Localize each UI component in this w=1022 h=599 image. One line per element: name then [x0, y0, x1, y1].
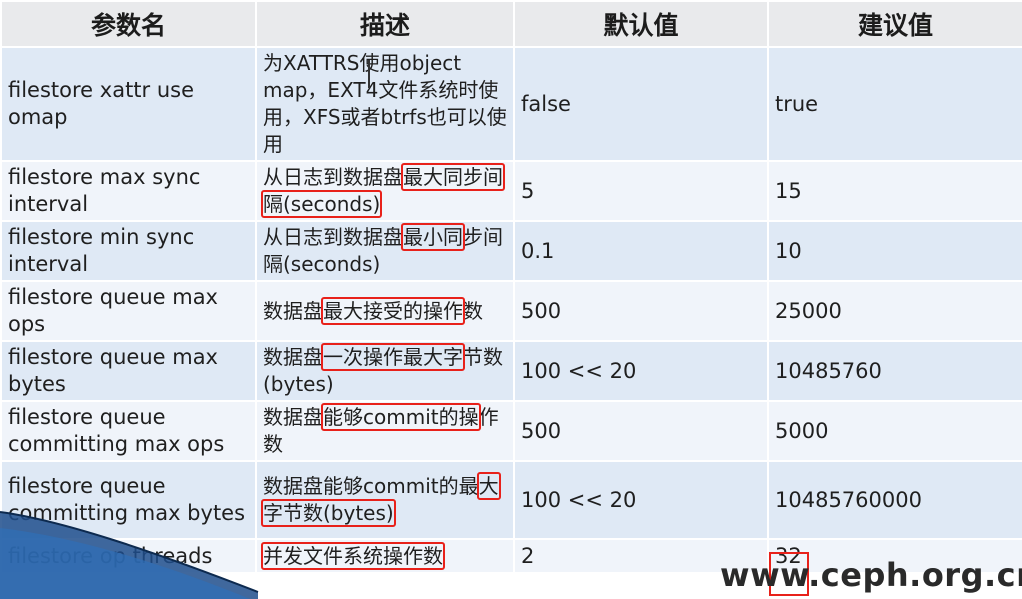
description-text: 从日志到数据盘 — [263, 165, 403, 189]
table-header-row: 参数名 描述 默认值 建议值 — [0, 0, 1022, 48]
suggested-value: 10485760000 — [767, 460, 1022, 540]
param-name: filestore queue committing max ops — [0, 400, 257, 462]
suggested-value: 25000 — [767, 280, 1022, 342]
suggested-value: 5000 — [767, 400, 1022, 462]
param-name: filestore queue committing max bytes — [0, 460, 257, 540]
description-text: 数据盘 — [263, 345, 323, 369]
parameter-table: 参数名 描述 默认值 建议值 filestore xattr use omap … — [0, 0, 1022, 574]
text-cursor — [368, 60, 370, 88]
param-name: filestore queue max ops — [0, 280, 257, 342]
param-name: filestore xattr use omap — [0, 46, 257, 162]
default-value: 500 — [513, 280, 769, 342]
param-description: 从日志到数据盘最大同步间隔(seconds) — [255, 160, 515, 222]
description-text: 数据盘 — [263, 298, 323, 323]
param-description: 数据盘一次操作最大字节数(bytes) — [255, 340, 515, 402]
default-value: 100 << 20 — [513, 460, 769, 540]
slide-page: 参数名 描述 默认值 建议值 filestore xattr use omap … — [0, 0, 1022, 599]
table-row: filestore xattr use omap 为XATTRS使用object… — [0, 46, 1022, 162]
header-suggested-value: 建议值 — [767, 0, 1022, 48]
param-description: 数据盘能够commit的操作数 — [255, 400, 515, 462]
description-text: 为XATTRS使用object map，EXT4文件系统时使用，XFS或者btr… — [263, 51, 507, 156]
default-value: 0.1 — [513, 220, 769, 282]
default-value: 500 — [513, 400, 769, 462]
param-description: 从日志到数据盘最小同步间隔(seconds) — [255, 220, 515, 282]
suggested-value: 10485760 — [767, 340, 1022, 402]
param-description: 并发文件系统操作数 — [255, 538, 515, 574]
default-value: 5 — [513, 160, 769, 222]
suggested-value: 10 — [767, 220, 1022, 282]
description-tail: 数 — [463, 298, 483, 323]
suggested-value: 32 — [767, 538, 1022, 574]
description-text: 数据盘能够commit的最 — [263, 474, 479, 498]
description-text: 从日志到数据盘 — [263, 225, 403, 249]
description-highlight: 并发文件系统操作数 — [261, 541, 445, 570]
suggested-value: 15 — [767, 160, 1022, 222]
description-text: 数据盘 — [263, 405, 323, 429]
table-row: filestore op threads 并发文件系统操作数 2 32 — [0, 538, 1022, 574]
header-default-value: 默认值 — [513, 0, 769, 48]
param-name: filestore min sync interval — [0, 220, 257, 282]
table-row: filestore queue max bytes 数据盘一次操作最大字节数(b… — [0, 340, 1022, 402]
table-row: filestore queue committing max ops 数据盘能够… — [0, 400, 1022, 462]
suggested-value: true — [767, 46, 1022, 162]
default-value: 2 — [513, 538, 769, 574]
header-param-name: 参数名 — [0, 0, 257, 48]
table-row: filestore min sync interval 从日志到数据盘最小同步间… — [0, 220, 1022, 282]
param-description: 数据盘最大接受的操作数 — [255, 280, 515, 342]
param-description: 为XATTRS使用object map，EXT4文件系统时使用，XFS或者btr… — [255, 46, 515, 162]
header-description: 描述 — [255, 0, 515, 48]
param-name: filestore max sync interval — [0, 160, 257, 222]
param-name: filestore queue max bytes — [0, 340, 257, 402]
description-highlight: 最小同 — [401, 223, 465, 251]
description-highlight: 最大接受的操作 — [321, 296, 465, 325]
table-row: filestore queue max ops 数据盘最大接受的操作数 500 … — [0, 280, 1022, 342]
param-description: 数据盘能够commit的最大字节数(bytes) — [255, 460, 515, 540]
default-value: 100 << 20 — [513, 340, 769, 402]
table-row: filestore max sync interval 从日志到数据盘最大同步间… — [0, 160, 1022, 222]
description-highlight: 能够commit的操 — [321, 403, 481, 431]
param-name: filestore op threads — [0, 538, 257, 574]
default-value: false — [513, 46, 769, 162]
table-row: filestore queue committing max bytes 数据盘… — [0, 460, 1022, 540]
description-highlight: 一次操作最大字 — [321, 343, 465, 371]
